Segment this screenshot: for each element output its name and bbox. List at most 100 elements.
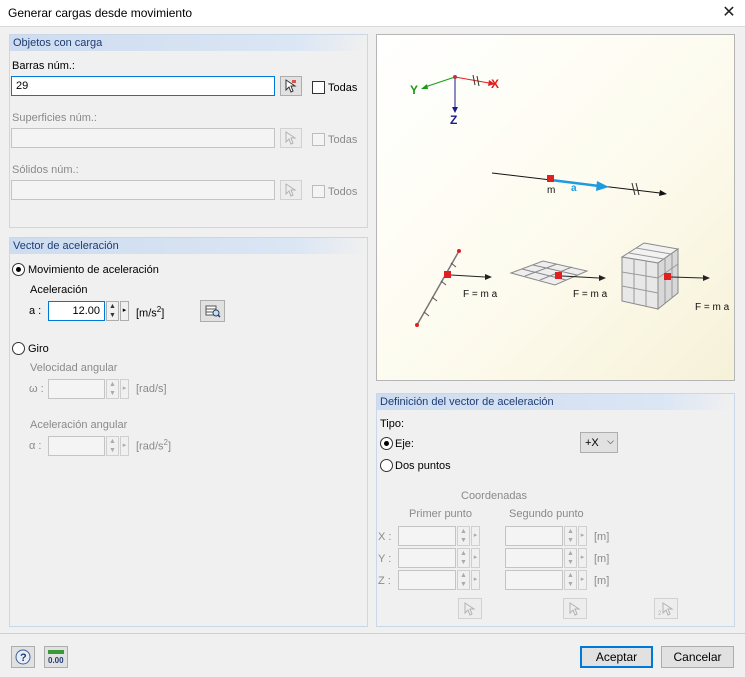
coord-y-p2-input[interactable] bbox=[505, 548, 563, 568]
axis-z-label: Z bbox=[450, 113, 457, 127]
first-point-pick-button[interactable] bbox=[458, 598, 482, 619]
accel-section-label: Aceleración bbox=[30, 284, 88, 296]
rotation-label: Giro bbox=[28, 343, 49, 355]
members-label: Barras núm.: bbox=[12, 60, 75, 72]
coord-y-p1-arrow[interactable]: ▸ bbox=[471, 548, 480, 568]
omega-input[interactable] bbox=[48, 379, 105, 399]
surfaces-all-label: Todas bbox=[328, 134, 358, 146]
surfaces-label: Superficies núm.: bbox=[12, 112, 97, 124]
coord-row-z-label: Z : bbox=[378, 575, 391, 587]
force-surface-label: F = m a bbox=[573, 289, 608, 300]
table-search-icon bbox=[205, 305, 221, 318]
axis-select[interactable]: +X ⌵ bbox=[580, 432, 618, 453]
pick-cursor-icon bbox=[285, 183, 297, 197]
coord-z-unit: [m] bbox=[594, 575, 610, 587]
coord-z-p2-input[interactable] bbox=[505, 570, 563, 590]
window-title: Generar cargas desde movimiento bbox=[8, 6, 193, 20]
coord-z-p1-arrow[interactable]: ▸ bbox=[471, 570, 480, 590]
a-input[interactable]: 12.00 bbox=[48, 301, 105, 321]
accel-vector-header: Vector de aceleración bbox=[10, 238, 367, 254]
illustration-graphic: X Y Z m a F = m a F = m a F = m a bbox=[410, 74, 730, 327]
alpha-unit: [rad/s2] bbox=[136, 438, 171, 453]
coord-z-p2-spinner[interactable]: ▲ ▼ bbox=[564, 570, 577, 590]
a-unit: [m/s2] bbox=[136, 305, 164, 320]
axis-y-label: Y bbox=[410, 83, 418, 97]
help-icon: ? bbox=[15, 649, 31, 665]
surfaces-all-checkbox[interactable] bbox=[312, 133, 325, 146]
rotation-radio[interactable] bbox=[12, 342, 25, 355]
omega-unit: [rad/s] bbox=[136, 383, 167, 395]
axis-label: Eje: bbox=[395, 438, 414, 450]
omega-label: ω : bbox=[29, 383, 44, 395]
first-point-header: Primer punto bbox=[409, 508, 472, 520]
coord-x-p2-spinner[interactable]: ▲ ▼ bbox=[564, 526, 577, 546]
pick-cursor-icon bbox=[285, 131, 297, 145]
coord-y-p2-arrow[interactable]: ▸ bbox=[578, 548, 587, 568]
coord-y-p1-input[interactable] bbox=[398, 548, 456, 568]
coord-x-unit: [m] bbox=[594, 531, 610, 543]
accept-button[interactable]: Aceptar bbox=[580, 646, 653, 668]
members-input[interactable]: 29 bbox=[11, 76, 275, 96]
a-menu-arrow[interactable]: ▸ bbox=[120, 301, 129, 321]
two-points-label: Dos puntos bbox=[395, 460, 451, 472]
solids-input[interactable] bbox=[11, 180, 275, 200]
solids-label: Sólidos núm.: bbox=[12, 164, 79, 176]
omega-section-label: Velocidad angular bbox=[30, 362, 118, 374]
coord-x-p1-input[interactable] bbox=[398, 526, 456, 546]
units-icon-text: 0.00 bbox=[48, 656, 64, 665]
two-points-radio[interactable] bbox=[380, 459, 393, 472]
coord-row-y-label: Y : bbox=[378, 553, 392, 565]
surfaces-pick-button[interactable] bbox=[280, 128, 302, 148]
a-unit-text: [m/s bbox=[136, 307, 157, 320]
help-button[interactable]: ? bbox=[11, 646, 35, 668]
axis-radio[interactable] bbox=[380, 437, 393, 450]
definition-header: Definición del vector de aceleración bbox=[377, 394, 734, 410]
surfaces-input[interactable] bbox=[11, 128, 275, 148]
coord-x-p2-input[interactable] bbox=[505, 526, 563, 546]
alpha-section-label: Aceleración angular bbox=[30, 419, 128, 431]
a-spinner[interactable]: ▲ ▼ bbox=[106, 301, 119, 321]
alpha-label: α : bbox=[29, 440, 42, 452]
members-all-checkbox[interactable] bbox=[312, 81, 325, 94]
objects-panel-header: Objetos con carga bbox=[10, 35, 367, 51]
solids-pick-button[interactable] bbox=[280, 180, 302, 200]
a-unit-close: ] bbox=[161, 307, 165, 320]
svg-text:?: ? bbox=[20, 652, 27, 664]
coord-row-x-label: X : bbox=[378, 531, 392, 543]
alpha-spinner[interactable]: ▲ ▼ bbox=[106, 436, 119, 456]
coord-x-p1-arrow[interactable]: ▸ bbox=[471, 526, 480, 546]
pick-cursor-icon bbox=[285, 79, 297, 93]
force-solid-label: F = m a bbox=[695, 302, 730, 313]
close-icon[interactable]: ✕ bbox=[714, 1, 744, 25]
mass-label: m bbox=[547, 185, 555, 196]
chevron-down-icon: ⌵ bbox=[607, 436, 614, 446]
both-points-pick-button[interactable]: 2 bbox=[654, 598, 678, 619]
members-pick-button[interactable] bbox=[280, 76, 302, 96]
second-point-pick-button[interactable] bbox=[563, 598, 587, 619]
alpha-input[interactable] bbox=[48, 436, 105, 456]
force-member-label: F = m a bbox=[463, 289, 498, 300]
motion-radio[interactable] bbox=[12, 263, 25, 276]
omega-menu-arrow[interactable]: ▸ bbox=[120, 379, 129, 399]
coord-y-p2-spinner[interactable]: ▲ ▼ bbox=[564, 548, 577, 568]
coord-z-p1-spinner[interactable]: ▲ ▼ bbox=[457, 570, 470, 590]
alpha-menu-arrow[interactable]: ▸ bbox=[120, 436, 129, 456]
omega-spinner[interactable]: ▲ ▼ bbox=[106, 379, 119, 399]
coord-y-unit: [m] bbox=[594, 553, 610, 565]
coord-y-p1-spinner[interactable]: ▲ ▼ bbox=[457, 548, 470, 568]
solids-all-checkbox[interactable] bbox=[312, 185, 325, 198]
coord-z-p1-input[interactable] bbox=[398, 570, 456, 590]
footer-separator bbox=[0, 633, 745, 634]
alpha-unit-text: [rad/s bbox=[136, 440, 164, 453]
units-button[interactable]: 0.00 bbox=[44, 646, 68, 668]
illustration-panel: X Y Z m a F = m a F = m a F = m a bbox=[376, 34, 735, 381]
solids-all-label: Todos bbox=[328, 186, 358, 198]
a-detail-button[interactable] bbox=[200, 300, 225, 322]
coord-z-p2-arrow[interactable]: ▸ bbox=[578, 570, 587, 590]
coord-x-p1-spinner[interactable]: ▲ ▼ bbox=[457, 526, 470, 546]
members-all-label: Todas bbox=[328, 82, 358, 94]
coords-header: Coordenadas bbox=[461, 490, 528, 502]
coord-x-p2-arrow[interactable]: ▸ bbox=[578, 526, 587, 546]
axis-select-value: +X bbox=[585, 437, 599, 449]
cancel-button[interactable]: Cancelar bbox=[661, 646, 734, 668]
